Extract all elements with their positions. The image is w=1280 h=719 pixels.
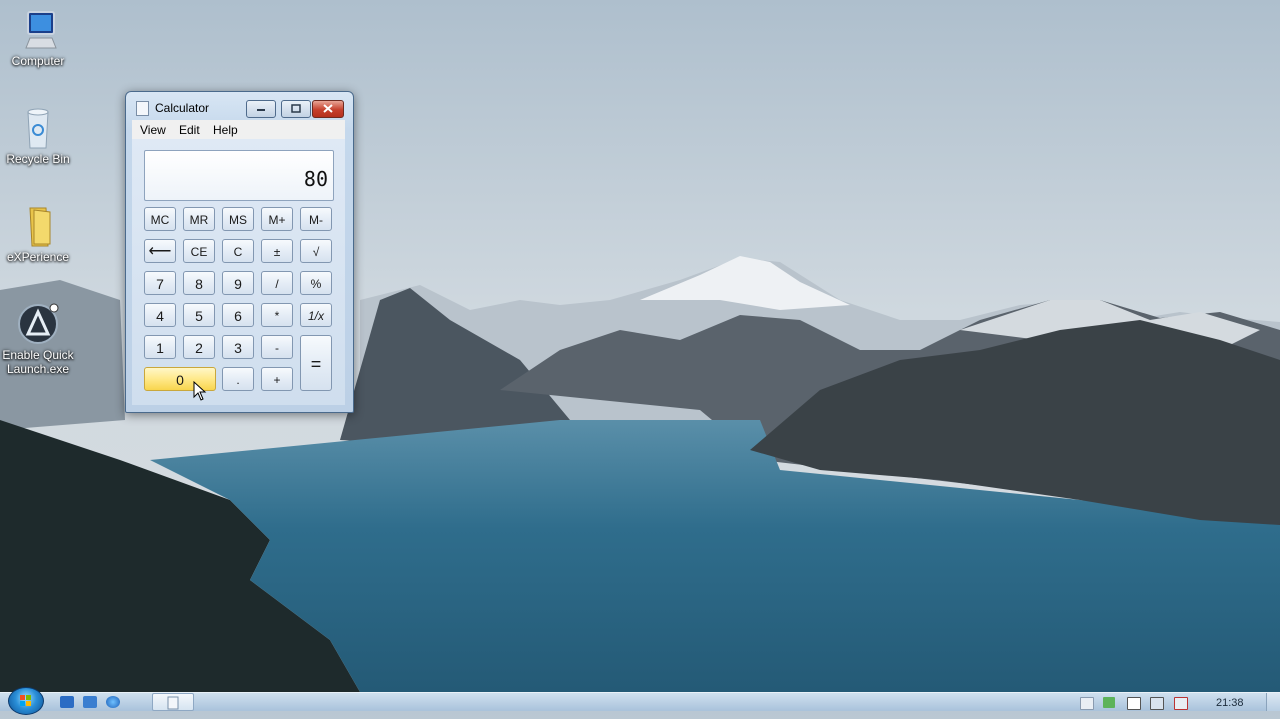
- key-ms[interactable]: MS: [222, 207, 254, 231]
- start-button[interactable]: [8, 687, 44, 715]
- desktop-icon-recycle-bin[interactable]: Recycle Bin: [0, 106, 76, 166]
- calculator-body: 80 MC MR MS M+ M- ⟵ CE C ± √ 7 8 9 / % 4…: [132, 139, 345, 405]
- close-button[interactable]: [312, 100, 344, 118]
- key-multiply[interactable]: *: [261, 303, 293, 327]
- key-mr[interactable]: MR: [183, 207, 215, 231]
- key-equals[interactable]: =: [300, 335, 332, 391]
- action-center-flag-icon[interactable]: [1127, 697, 1141, 710]
- maximize-icon: [291, 104, 301, 113]
- maximize-button[interactable]: [281, 100, 311, 118]
- key-3[interactable]: 3: [222, 335, 254, 359]
- desktop-icon-computer[interactable]: Computer: [0, 8, 76, 68]
- folder-icon: [29, 207, 51, 247]
- taskbar-calculator-button[interactable]: [152, 693, 194, 711]
- calculator-display: 80: [144, 150, 334, 201]
- key-m-plus[interactable]: M+: [261, 207, 293, 231]
- key-decimal[interactable]: .: [222, 367, 254, 391]
- desktop-icon-enable-quick-launch[interactable]: Enable Quick Launch.exe: [0, 302, 76, 376]
- window-title: Calculator: [155, 101, 210, 115]
- key-8[interactable]: 8: [183, 271, 215, 295]
- volume-muted-icon[interactable]: [1174, 697, 1188, 710]
- minimize-icon: [257, 109, 265, 111]
- taskbar-clock[interactable]: 21:38: [1216, 697, 1244, 709]
- minimize-button[interactable]: [246, 100, 276, 118]
- key-subtract[interactable]: -: [261, 335, 293, 359]
- windows-logo-icon: [20, 695, 31, 706]
- show-desktop-button[interactable]: [1266, 693, 1280, 711]
- calculator-window[interactable]: Calculator View Edit Help 80 MC MR MS M+…: [125, 91, 354, 413]
- desktop-icon-label: eXPerience: [6, 250, 70, 264]
- recycle-bin-icon: [27, 108, 49, 149]
- key-add[interactable]: +: [261, 367, 293, 391]
- key-1[interactable]: 1: [144, 335, 176, 359]
- key-divide[interactable]: /: [261, 271, 293, 295]
- menu-edit[interactable]: Edit: [179, 123, 200, 137]
- key-m-minus[interactable]: M-: [300, 207, 332, 231]
- calculator-app-icon: [136, 101, 149, 116]
- key-ce[interactable]: CE: [183, 239, 215, 263]
- title-bar[interactable]: Calculator: [126, 92, 353, 118]
- tray-security-icon[interactable]: [1103, 697, 1115, 708]
- key-2[interactable]: 2: [183, 335, 215, 359]
- menu-help[interactable]: Help: [213, 123, 238, 137]
- key-plus-minus[interactable]: ±: [261, 239, 293, 263]
- key-reciprocal[interactable]: 1/x: [300, 303, 332, 327]
- key-7[interactable]: 7: [144, 271, 176, 295]
- key-4[interactable]: 4: [144, 303, 176, 327]
- desktop-icon-label: Recycle Bin: [6, 152, 70, 166]
- key-c[interactable]: C: [222, 239, 254, 263]
- desktop-icon-label: Enable Quick Launch.exe: [2, 348, 74, 376]
- quick-launch-app-icon: [18, 303, 59, 344]
- computer-icon: [25, 11, 57, 49]
- display-value: 80: [303, 167, 328, 191]
- key-9[interactable]: 9: [222, 271, 254, 295]
- key-backspace[interactable]: ⟵: [144, 239, 176, 263]
- desktop-icon-label: Computer: [11, 54, 65, 68]
- taskbar: 21:38: [0, 687, 1280, 715]
- network-icon[interactable]: [1150, 697, 1164, 710]
- desktop-icon-experience[interactable]: eXPerience: [0, 204, 76, 264]
- close-icon: [323, 104, 333, 113]
- menu-view[interactable]: View: [140, 123, 166, 137]
- key-sqrt[interactable]: √: [300, 239, 332, 263]
- switch-windows-icon[interactable]: [83, 696, 97, 708]
- key-percent[interactable]: %: [300, 271, 332, 295]
- calculator-taskbar-icon: [167, 696, 179, 710]
- key-mc[interactable]: MC: [144, 207, 176, 231]
- key-6[interactable]: 6: [222, 303, 254, 327]
- key-5[interactable]: 5: [183, 303, 215, 327]
- tray-document-icon[interactable]: [1080, 697, 1094, 710]
- menu-bar: View Edit Help: [132, 120, 345, 139]
- show-desktop-quicklaunch-icon[interactable]: [60, 696, 74, 708]
- internet-explorer-icon[interactable]: [106, 696, 120, 708]
- mouse-cursor-icon: [193, 381, 207, 401]
